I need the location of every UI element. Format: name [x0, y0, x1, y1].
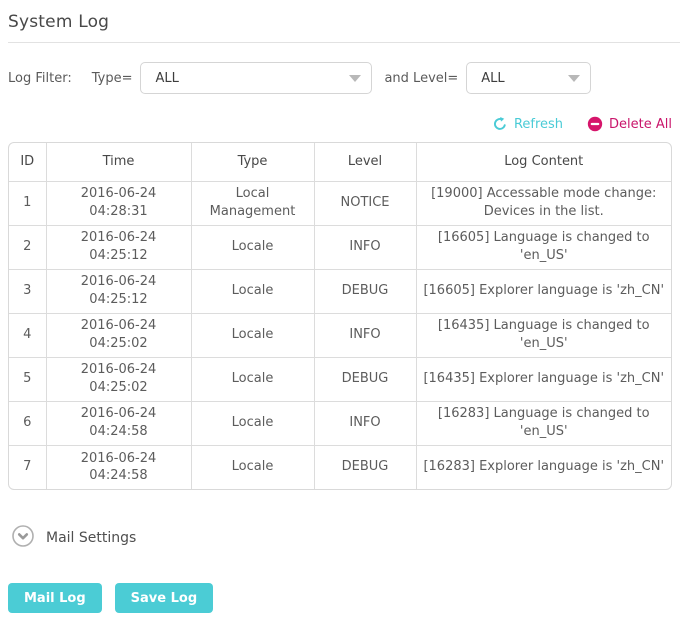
table-cell: [16283] Language is changed to 'en_US' — [416, 401, 671, 445]
chevron-down-circle-icon — [12, 525, 34, 551]
table-cell: Locale — [191, 225, 314, 269]
table-cell: DEBUG — [314, 357, 416, 401]
chevron-down-icon — [568, 75, 580, 82]
level-filter-value: ALL — [481, 71, 504, 86]
table-cell: [16605] Explorer language is 'zh_CN' — [416, 269, 671, 313]
log-table: IDTimeTypeLevelLog Content 12016-06-24 0… — [9, 143, 671, 489]
log-filter-label: Log Filter: — [8, 71, 72, 86]
table-cell: 5 — [9, 357, 46, 401]
column-header: Type — [191, 143, 314, 181]
table-row: 72016-06-24 04:24:58LocaleDEBUG[16283] E… — [9, 445, 671, 489]
table-cell: 3 — [9, 269, 46, 313]
refresh-icon — [492, 116, 508, 132]
table-cell: 2016-06-24 04:24:58 — [46, 445, 191, 489]
table-cell: [16435] Language is changed to 'en_US' — [416, 313, 671, 357]
table-cell: 2016-06-24 04:25:12 — [46, 269, 191, 313]
column-header: Time — [46, 143, 191, 181]
table-cell: 4 — [9, 313, 46, 357]
column-header: Log Content — [416, 143, 671, 181]
table-cell: Locale — [191, 401, 314, 445]
table-cell: Locale — [191, 313, 314, 357]
table-cell: 2016-06-24 04:28:31 — [46, 181, 191, 225]
system-log-page: System Log Log Filter: Type= ALL and Lev… — [0, 0, 680, 559]
table-cell: DEBUG — [314, 269, 416, 313]
save-log-button[interactable]: Save Log — [115, 583, 213, 613]
delete-all-label: Delete All — [609, 117, 672, 132]
table-toolbar: Refresh Delete All — [8, 116, 672, 132]
mail-log-button[interactable]: Mail Log — [8, 583, 102, 613]
chevron-down-icon — [349, 75, 361, 82]
type-filter-label: Type= — [92, 71, 133, 86]
table-cell: [16435] Explorer language is 'zh_CN' — [416, 357, 671, 401]
level-filter-select[interactable]: ALL — [466, 62, 591, 94]
delete-all-button[interactable]: Delete All — [587, 116, 672, 132]
table-row: 42016-06-24 04:25:02LocaleINFO[16435] La… — [9, 313, 671, 357]
type-filter-select[interactable]: ALL — [140, 62, 372, 94]
log-table-container: IDTimeTypeLevelLog Content 12016-06-24 0… — [8, 142, 672, 490]
table-cell: 7 — [9, 445, 46, 489]
table-cell: 2016-06-24 04:24:58 — [46, 401, 191, 445]
refresh-label: Refresh — [514, 117, 563, 132]
refresh-button[interactable]: Refresh — [492, 116, 563, 132]
table-row: 52016-06-24 04:25:02LocaleDEBUG[16435] E… — [9, 357, 671, 401]
level-filter-label: and Level= — [384, 71, 458, 86]
table-cell: Locale — [191, 357, 314, 401]
table-cell: 1 — [9, 181, 46, 225]
title-divider — [8, 42, 680, 43]
table-row: 32016-06-24 04:25:12LocaleDEBUG[16605] E… — [9, 269, 671, 313]
footer-buttons: Mail Log Save Log — [8, 583, 213, 613]
log-table-body: 12016-06-24 04:28:31Local ManagementNOTI… — [9, 181, 671, 489]
page-title: System Log — [8, 8, 672, 42]
mail-settings-label: Mail Settings — [46, 530, 136, 546]
column-header: ID — [9, 143, 46, 181]
table-cell: 2 — [9, 225, 46, 269]
minus-circle-icon — [587, 116, 603, 132]
table-cell: INFO — [314, 401, 416, 445]
log-filter-row: Log Filter: Type= ALL and Level= ALL — [8, 62, 672, 94]
table-cell: NOTICE — [314, 181, 416, 225]
table-cell: INFO — [314, 225, 416, 269]
table-cell: [19000] Accessable mode change: Devices … — [416, 181, 671, 225]
type-filter-value: ALL — [155, 71, 178, 86]
table-cell: DEBUG — [314, 445, 416, 489]
table-cell: 6 — [9, 401, 46, 445]
table-row: 62016-06-24 04:24:58LocaleINFO[16283] La… — [9, 401, 671, 445]
table-cell: Locale — [191, 445, 314, 489]
table-cell: [16283] Explorer language is 'zh_CN' — [416, 445, 671, 489]
column-header: Level — [314, 143, 416, 181]
table-cell: [16605] Language is changed to 'en_US' — [416, 225, 671, 269]
table-cell: INFO — [314, 313, 416, 357]
table-row: 22016-06-24 04:25:12LocaleINFO[16605] La… — [9, 225, 671, 269]
table-cell: 2016-06-24 04:25:02 — [46, 357, 191, 401]
table-row: 12016-06-24 04:28:31Local ManagementNOTI… — [9, 181, 671, 225]
table-header-row: IDTimeTypeLevelLog Content — [9, 143, 671, 181]
mail-settings-toggle[interactable]: Mail Settings — [12, 525, 672, 551]
table-cell: Local Management — [191, 181, 314, 225]
table-cell: 2016-06-24 04:25:12 — [46, 225, 191, 269]
table-cell: Locale — [191, 269, 314, 313]
table-cell: 2016-06-24 04:25:02 — [46, 313, 191, 357]
